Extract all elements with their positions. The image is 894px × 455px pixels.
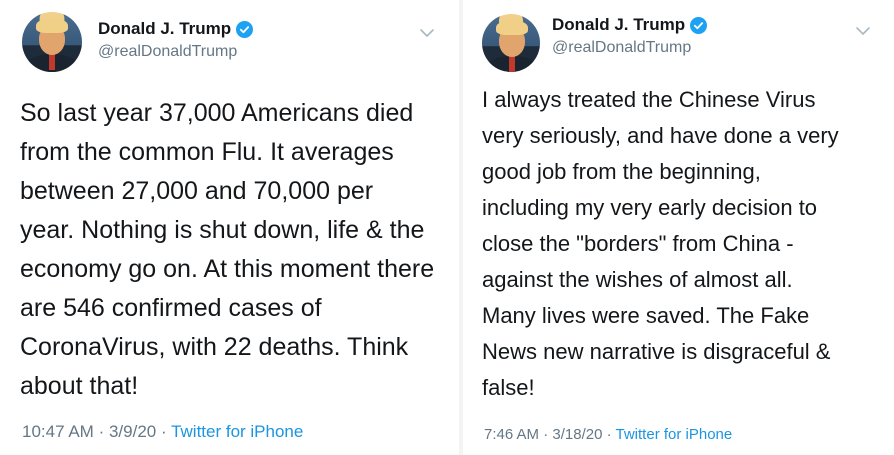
author-handle[interactable]: @realDonaldTrump: [552, 37, 707, 59]
tweet-source-link[interactable]: Twitter for iPhone: [616, 426, 733, 443]
meta-separator: ·: [160, 422, 167, 441]
meta-separator: ·: [606, 426, 612, 443]
tweet-meta: 7:46 AM · 3/18/20 · Twitter for iPhone: [484, 426, 732, 443]
meta-separator: ·: [543, 426, 549, 443]
author-block: Donald J. Trump @realDonaldTrump: [98, 18, 254, 63]
tweet-text: I always treated the Chinese Virus very …: [482, 87, 839, 400]
panel-divider: [459, 0, 463, 455]
chevron-down-icon[interactable]: [418, 24, 436, 42]
tweet-text: So last year 37,000 Americans died from …: [20, 99, 435, 400]
tweet-time[interactable]: 7:46 AM: [484, 426, 539, 443]
tweet-card-1[interactable]: Donald J. Trump @realDonaldTrump So last…: [0, 0, 458, 455]
tweet-header: Donald J. Trump @realDonaldTrump: [22, 10, 442, 74]
tweet-header: Donald J. Trump @realDonaldTrump: [482, 8, 878, 72]
avatar[interactable]: [482, 14, 540, 72]
avatar[interactable]: [22, 12, 82, 72]
author-name[interactable]: Donald J. Trump: [98, 18, 231, 40]
author-handle[interactable]: @realDonaldTrump: [98, 41, 253, 63]
tweet-source-link[interactable]: Twitter for iPhone: [171, 422, 303, 441]
verified-badge-icon: [236, 20, 254, 38]
meta-separator: ·: [98, 422, 105, 441]
author-name[interactable]: Donald J. Trump: [552, 14, 685, 36]
tweet-date[interactable]: 3/9/20: [109, 422, 156, 441]
chevron-down-icon[interactable]: [854, 22, 872, 40]
tweet-date[interactable]: 3/18/20: [552, 426, 602, 443]
author-block: Donald J. Trump @realDonaldTrump: [552, 14, 708, 59]
tweet-time[interactable]: 10:47 AM: [22, 422, 94, 441]
tweet-meta: 10:47 AM · 3/9/20 · Twitter for iPhone: [22, 422, 303, 442]
verified-badge-icon: [690, 16, 708, 34]
tweet-card-2[interactable]: Donald J. Trump @realDonaldTrump I alway…: [464, 0, 894, 455]
